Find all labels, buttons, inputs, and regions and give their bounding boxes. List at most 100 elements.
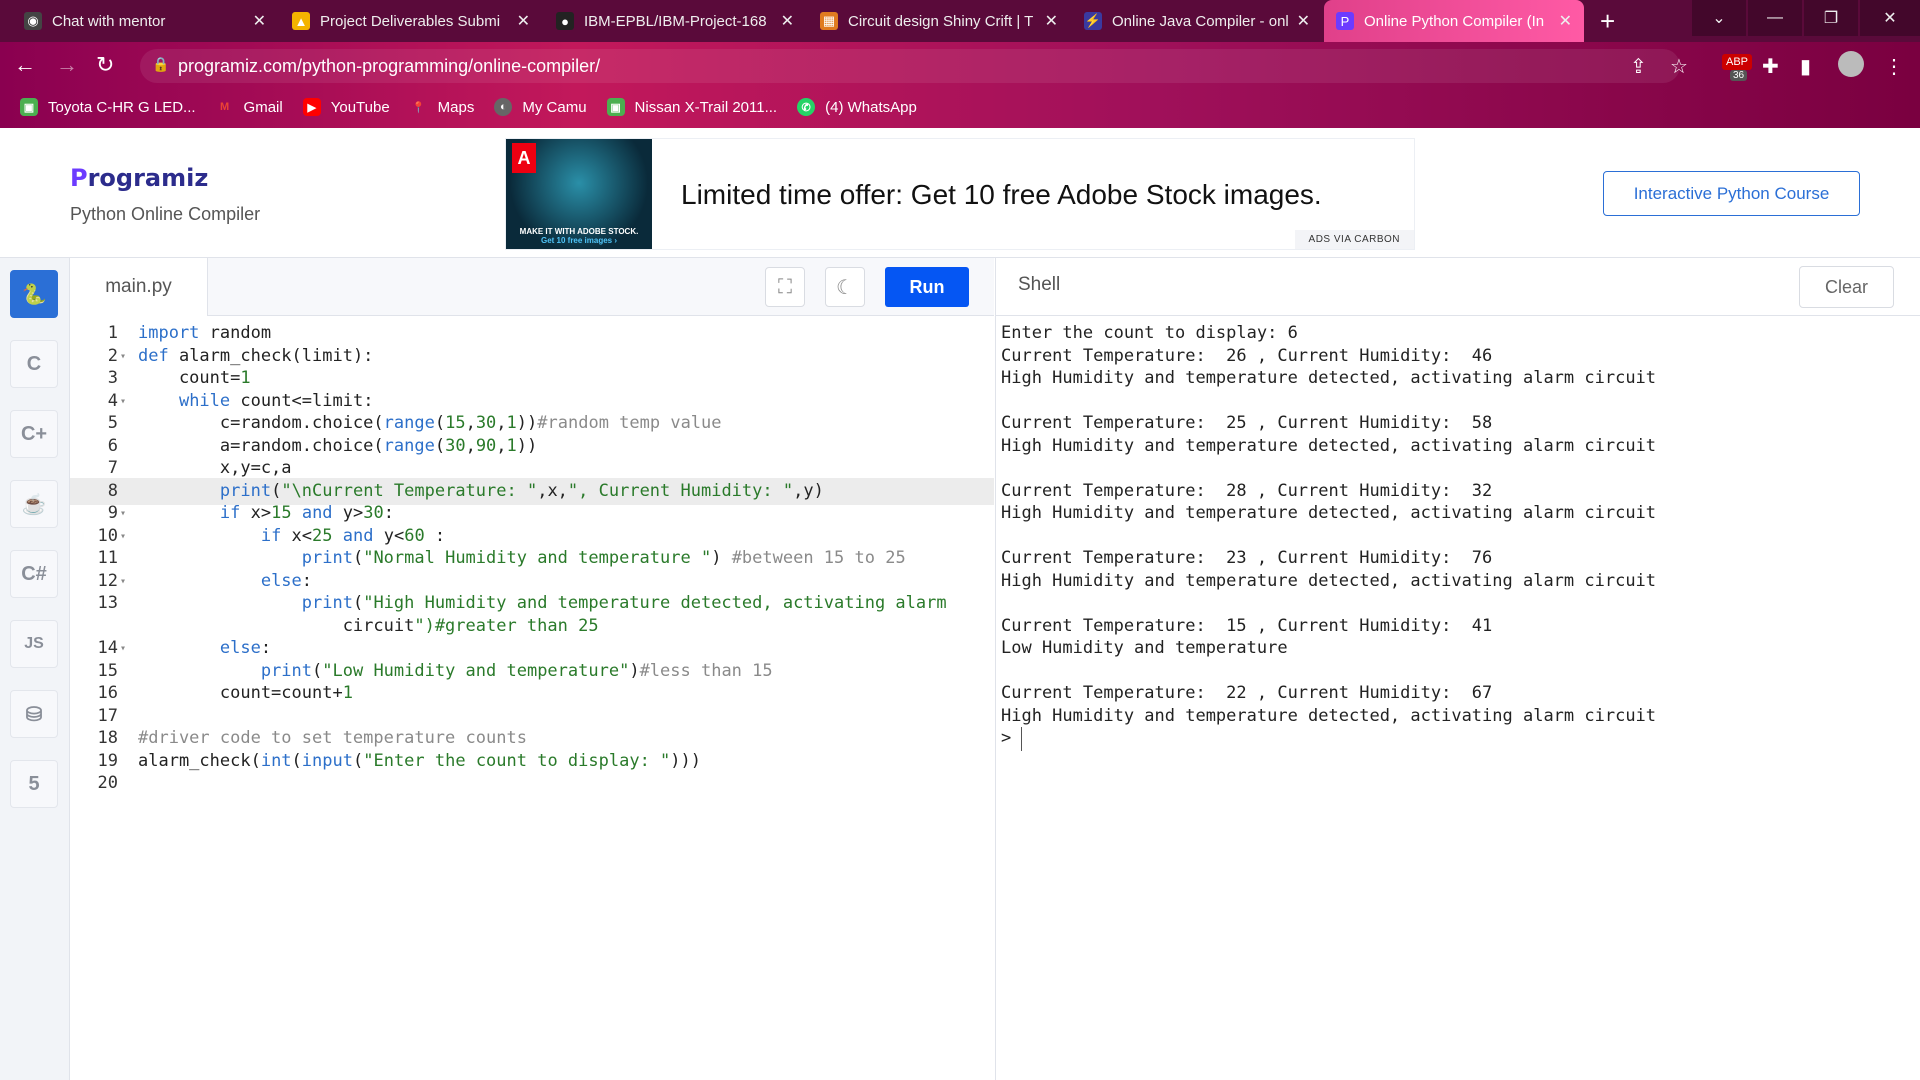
bookmark-label: (4) WhatsApp	[825, 98, 917, 116]
ad-via-label[interactable]: ADS VIA CARBON	[1294, 230, 1414, 249]
text-cursor	[1021, 727, 1022, 751]
browser-chrome: ◉ Chat with mentor ✕ ▲ Project Deliverab…	[0, 0, 1920, 128]
code-editor[interactable]: 1 import random 2 ▾ def alarm_check(limit): 3…	[70, 316, 994, 1080]
youtube-icon: ▶	[302, 98, 321, 116]
tab-title: IBM-EPBL/IBM-Project-168	[584, 12, 767, 30]
python-icon[interactable]: 🐍	[10, 270, 58, 318]
editor-toolbar: main.py ⛶ ☾ Run	[70, 258, 994, 316]
address-bar[interactable]: 🔒 programiz.com/python-programming/onlin…	[140, 49, 1680, 83]
shell-line: High Humidity and temperature detected, …	[1001, 503, 1657, 523]
menu-icon[interactable]: ⋮	[1884, 54, 1904, 79]
whatsapp-icon: ✆	[797, 98, 816, 116]
ad-banner[interactable]: A MAKE IT WITH ADOBE STOCK. Get 10 free i…	[505, 138, 1415, 250]
close-icon[interactable]: ✕	[1559, 11, 1572, 31]
bookmark-icon: ▣	[606, 98, 625, 116]
java-icon[interactable]: ☕	[10, 480, 58, 528]
drive-icon: ▲	[292, 12, 310, 30]
ad-caption: MAKE IT WITH ADOBE STOCK. Get 10 free ima…	[506, 227, 652, 245]
tab-project-deliverables[interactable]: ▲ Project Deliverables Submi ✕	[280, 0, 542, 42]
new-tab-button[interactable]: +	[1600, 6, 1615, 37]
bookmark-label: YouTube	[330, 98, 390, 116]
csharp-icon[interactable]: C#	[10, 550, 58, 598]
tab-title: Project Deliverables Submi	[320, 12, 501, 30]
bookmark-label: Maps	[437, 98, 475, 116]
ad-image: A MAKE IT WITH ADOBE STOCK. Get 10 free i…	[506, 139, 652, 249]
adblock-icon[interactable]: ABP	[1722, 54, 1753, 70]
interactive-course-button[interactable]: Interactive Python Course	[1603, 171, 1860, 216]
shell-output[interactable]: Enter the count to display: 6 Current Tem…	[995, 316, 1920, 1080]
tab-search-icon[interactable]: ⌄	[1692, 0, 1746, 36]
bookmark-label: Toyota C-HR G LED...	[48, 98, 196, 116]
tab-java-compiler[interactable]: ⚡ Online Java Compiler - onli ✕	[1072, 0, 1322, 42]
github-icon: ●	[556, 12, 574, 30]
ad-caption-line: MAKE IT WITH ADOBE STOCK.	[519, 227, 639, 236]
bookmark-gmail[interactable]: M Gmail	[216, 98, 283, 116]
share-icon[interactable]: ⇪	[1630, 54, 1647, 79]
close-icon[interactable]: ✕	[253, 11, 266, 31]
forward-icon[interactable]: →	[56, 52, 78, 78]
bolt-icon: ⚡	[1084, 12, 1102, 30]
bookmark-nissan[interactable]: ▣ Nissan X-Trail 2011...	[606, 98, 777, 116]
tab-chat-with-mentor[interactable]: ◉ Chat with mentor ✕	[12, 0, 278, 42]
tab-python-compiler[interactable]: P Online Python Compiler (In ✕	[1324, 0, 1584, 42]
bookmark-toyota[interactable]: ▣ Toyota C-HR G LED...	[20, 98, 196, 116]
puzzle-icon[interactable]: ✚	[1762, 54, 1779, 79]
close-icon[interactable]: ✕	[1045, 11, 1058, 31]
run-button[interactable]: Run	[885, 267, 969, 307]
window-close-icon[interactable]: ✕	[1860, 0, 1920, 36]
close-icon[interactable]: ✕	[517, 11, 530, 31]
maps-icon: 📍	[411, 101, 426, 114]
bookmark-maps[interactable]: 📍 Maps	[410, 98, 475, 116]
chat-icon: ◉	[24, 12, 42, 30]
site-header: Programiz Python Online Compiler A MAKE …	[0, 128, 1920, 258]
bookmark-icon: ▣	[20, 98, 38, 116]
minimize-icon[interactable]: —	[1748, 0, 1802, 36]
star-icon[interactable]: ☆	[1670, 54, 1688, 79]
reload-icon[interactable]: ↻	[96, 52, 114, 78]
shell-line: Low Humidity and temperature	[1001, 638, 1288, 658]
database-icon[interactable]: ⛁	[10, 690, 58, 738]
tab-circuit-design[interactable]: ▦ Circuit design Shiny Crift | T ✕	[808, 0, 1070, 42]
dark-mode-icon[interactable]: ☾	[825, 267, 865, 307]
javascript-icon[interactable]: JS	[10, 620, 58, 668]
programiz-logo[interactable]: Programiz	[70, 164, 208, 192]
html5-icon[interactable]: 5	[10, 760, 58, 808]
shell-line: High Humidity and temperature detected, …	[1001, 435, 1657, 456]
tinkercad-icon: ▦	[820, 12, 838, 30]
ad-text: Limited time offer: Get 10 free Adobe St…	[681, 179, 1322, 210]
line-number: 20	[97, 773, 118, 793]
adobe-logo: A	[512, 143, 536, 173]
logo-initial: P	[70, 164, 88, 192]
bookmark-label: My Camu	[522, 98, 587, 116]
tab-title: Circuit design Shiny Crift | T	[848, 12, 1034, 30]
shell-line: High Humidity and temperature detected, …	[1001, 368, 1657, 388]
tab-bar: ◉ Chat with mentor ✕ ▲ Project Deliverab…	[0, 0, 1920, 42]
bookmark-label: Gmail	[243, 98, 283, 116]
bookmark-whatsapp[interactable]: ✆ (4) WhatsApp	[797, 98, 917, 116]
programiz-icon: P	[1336, 12, 1354, 30]
shell-title: Shell	[1018, 274, 1061, 295]
fullscreen-icon[interactable]: ⛶	[765, 267, 805, 307]
close-icon[interactable]: ✕	[1297, 11, 1310, 31]
c-language-icon[interactable]: C	[10, 340, 58, 388]
sidepanel-icon[interactable]: ▮	[1800, 54, 1811, 79]
code-line[interactable]: 20	[70, 770, 994, 797]
shell-toolbar: Shell Clear	[995, 258, 1920, 316]
cpp-language-icon[interactable]: C+	[10, 410, 58, 458]
avatar[interactable]	[1838, 51, 1864, 77]
gmail-icon: M	[219, 101, 230, 113]
url-text: programiz.com/python-programming/online-…	[178, 55, 601, 76]
bookmark-mycamu[interactable]: ◐ My Camu	[494, 98, 587, 116]
ad-caption-link: Get 10 free images ›	[540, 236, 618, 245]
file-tab[interactable]: main.py	[70, 258, 208, 316]
js-label: JS	[24, 635, 44, 652]
back-icon[interactable]: ←	[14, 52, 36, 78]
bookmark-youtube[interactable]: ▶ YouTube	[302, 98, 390, 116]
tab-ibm-project[interactable]: ● IBM-EPBL/IBM-Project-168 ✕	[544, 0, 806, 42]
language-sidebar: 🐍 C C+ ☕ C# JS ⛁ 5	[0, 258, 70, 1080]
close-icon[interactable]: ✕	[781, 11, 794, 31]
shell-line: High Humidity and temperature detected, …	[1001, 705, 1657, 726]
restore-icon[interactable]: ❐	[1804, 0, 1858, 36]
clear-button[interactable]: Clear	[1799, 266, 1894, 308]
tab-title: Online Java Compiler - onli	[1112, 12, 1289, 30]
